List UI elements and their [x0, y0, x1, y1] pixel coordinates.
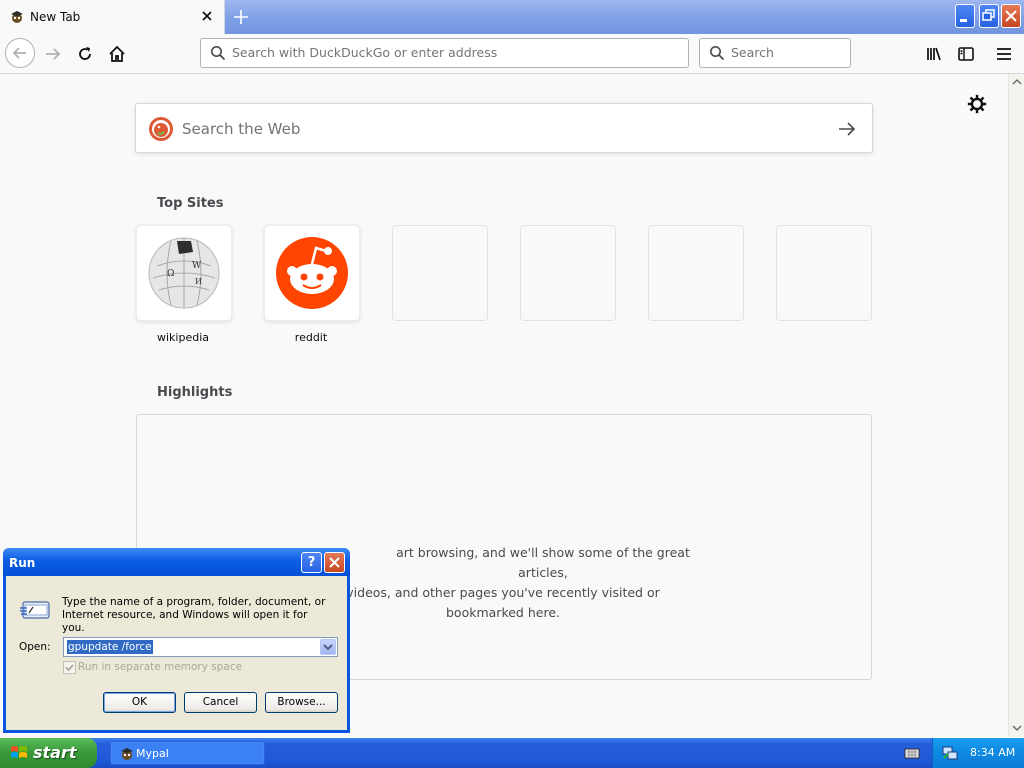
- reload-icon: [79, 47, 91, 60]
- wikipedia-logo-icon: Ω W И: [148, 237, 220, 309]
- minimize-icon: [960, 19, 967, 22]
- minimize-button[interactable]: [955, 4, 975, 28]
- restore-icon: [982, 9, 995, 21]
- back-button[interactable]: [5, 38, 35, 68]
- close-tab-icon[interactable]: [199, 8, 215, 24]
- hamburger-menu-icon: [997, 48, 1011, 60]
- forward-arrow-icon: [46, 48, 61, 60]
- clock[interactable]: 8:34 AM: [970, 746, 1015, 759]
- run-dialog-description: Type the name of a program, folder, docu…: [62, 596, 326, 634]
- reddit-logo-icon: [276, 237, 348, 309]
- run-dialog-body: Type the name of a program, folder, docu…: [6, 576, 347, 730]
- sidebar-icon: [958, 47, 974, 61]
- run-dialog: Run ? Type the name of a program, folder…: [3, 548, 350, 733]
- open-label: Open:: [19, 641, 51, 653]
- search-input[interactable]: [731, 45, 841, 60]
- library-button[interactable]: [922, 42, 946, 66]
- library-icon: [927, 47, 941, 61]
- restore-button[interactable]: [979, 4, 999, 28]
- search-icon: [211, 46, 226, 61]
- top-site-tile-empty[interactable]: [648, 225, 744, 321]
- network-icon[interactable]: [942, 745, 958, 761]
- separate-memory-checkbox: [63, 661, 76, 674]
- highlights-message-line: art browsing, and we'll show some of the…: [396, 545, 690, 580]
- system-tray: 8:34 AM: [932, 738, 1024, 768]
- top-site-tile-wikipedia[interactable]: Ω W И: [136, 225, 232, 321]
- forward-button[interactable]: [41, 42, 65, 66]
- run-program-icon: [20, 601, 50, 619]
- search-bar[interactable]: [699, 38, 851, 68]
- highlights-heading: Highlights: [157, 385, 233, 400]
- top-site-tile-empty[interactable]: [776, 225, 872, 321]
- home-icon: [109, 45, 125, 62]
- tab-new-tab[interactable]: New Tab: [0, 0, 225, 34]
- mypal-icon: [121, 748, 133, 760]
- browse-button[interactable]: Browse...: [265, 692, 338, 713]
- highlights-message: art browsing, and we'll show some of the…: [290, 543, 716, 623]
- svg-text:Ω: Ω: [167, 269, 174, 279]
- top-site-label: reddit: [294, 331, 328, 344]
- open-combobox[interactable]: gpupdate /force: [63, 637, 338, 657]
- checkmark-icon: [65, 664, 74, 672]
- scroll-down-icon[interactable]: [1011, 722, 1023, 734]
- new-tab-plus-icon[interactable]: [231, 7, 251, 27]
- close-icon: [329, 557, 340, 568]
- ok-button[interactable]: OK: [103, 692, 176, 713]
- close-dialog-button[interactable]: [324, 552, 345, 573]
- duckduckgo-logo-icon: [149, 117, 173, 141]
- cancel-button[interactable]: Cancel: [184, 692, 257, 713]
- start-button[interactable]: start: [0, 738, 97, 768]
- home-button[interactable]: [105, 42, 129, 66]
- vertical-scrollbar[interactable]: [1008, 74, 1024, 737]
- arrow-right-icon[interactable]: [836, 118, 858, 140]
- scroll-up-icon[interactable]: [1011, 76, 1023, 88]
- windows-flag-icon: [11, 746, 27, 758]
- chevron-down-icon: [323, 644, 333, 651]
- open-input-value[interactable]: gpupdate /force: [67, 640, 153, 654]
- menu-button[interactable]: [992, 42, 1016, 66]
- taskbar-item-label: Mypal: [136, 747, 169, 760]
- back-arrow-icon: [12, 47, 26, 59]
- open-dropdown-button[interactable]: [320, 639, 336, 655]
- highlights-message-line: bookmarked here.: [446, 605, 560, 620]
- svg-text:W: W: [192, 261, 202, 271]
- top-site-tile-empty[interactable]: [520, 225, 616, 321]
- close-icon: [1005, 10, 1017, 22]
- highlights-message-line: videos, and other pages you've recently …: [346, 585, 660, 600]
- close-window-button[interactable]: [1001, 4, 1021, 28]
- top-sites-heading: Top Sites: [157, 196, 224, 211]
- web-search-placeholder: Search the Web: [182, 120, 301, 138]
- top-site-label: wikipedia: [156, 331, 209, 344]
- sidebar-button[interactable]: [954, 42, 978, 66]
- start-label: start: [33, 743, 77, 762]
- address-bar[interactable]: [200, 38, 689, 68]
- separate-memory-label: Run in separate memory space: [78, 661, 243, 673]
- run-dialog-titlebar[interactable]: Run ?: [3, 548, 350, 576]
- top-site-tile-empty[interactable]: [392, 225, 488, 321]
- web-search-box[interactable]: Search the Web: [135, 103, 873, 153]
- top-site-tile-reddit[interactable]: [264, 225, 360, 321]
- taskbar-item-mypal[interactable]: Mypal: [110, 741, 265, 765]
- svg-text:И: И: [195, 277, 202, 286]
- mypal-icon: [11, 11, 23, 23]
- help-button[interactable]: ?: [301, 552, 322, 573]
- gear-icon[interactable]: [966, 93, 988, 115]
- run-dialog-title: Run: [9, 556, 36, 570]
- keyboard-icon[interactable]: [904, 746, 920, 760]
- tab-title: New Tab: [30, 10, 81, 24]
- reload-button[interactable]: [73, 42, 97, 66]
- search-icon: [710, 46, 725, 61]
- address-input[interactable]: [232, 45, 672, 60]
